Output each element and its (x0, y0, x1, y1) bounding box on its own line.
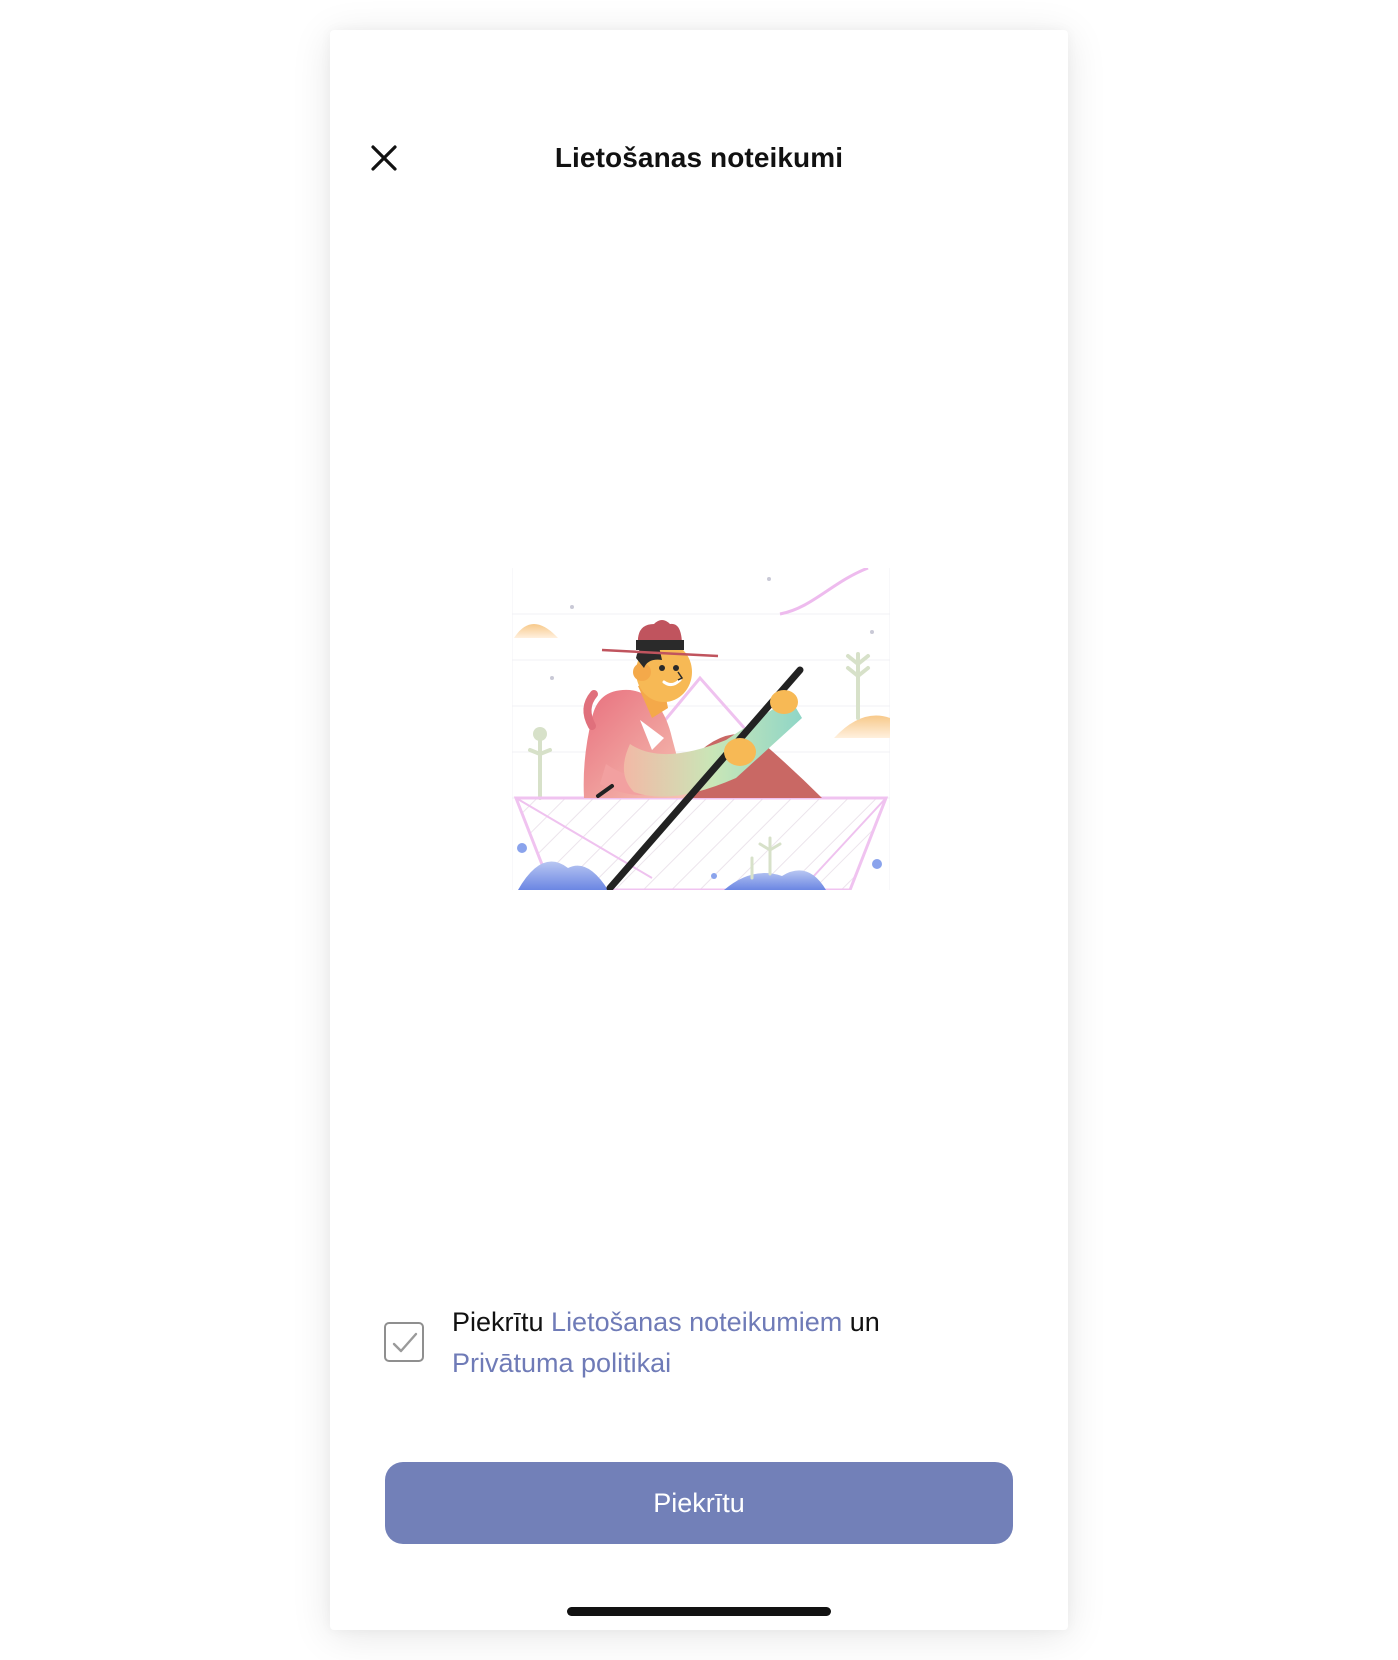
man-rowing-boat-illustration (512, 568, 890, 890)
consent-prefix: Piekrītu (452, 1307, 552, 1337)
agree-button[interactable]: Piekrītu (385, 1462, 1013, 1544)
privacy-link[interactable]: Privātuma politikai (452, 1348, 671, 1378)
consent-text: Piekrītu Lietošanas noteikumiem un Privāt… (452, 1302, 1012, 1384)
home-indicator[interactable] (567, 1607, 831, 1616)
checkmark-icon (392, 1332, 418, 1353)
terms-link[interactable]: Lietošanas noteikumiem (551, 1307, 842, 1337)
page-title: Lietošanas noteikumi (554, 142, 844, 173)
terms-checkbox[interactable] (384, 1322, 424, 1362)
app-screen: Lietošanas noteikumi Piekrītu Lietošanas… (330, 30, 1068, 1630)
consent-middle: un (842, 1307, 880, 1337)
